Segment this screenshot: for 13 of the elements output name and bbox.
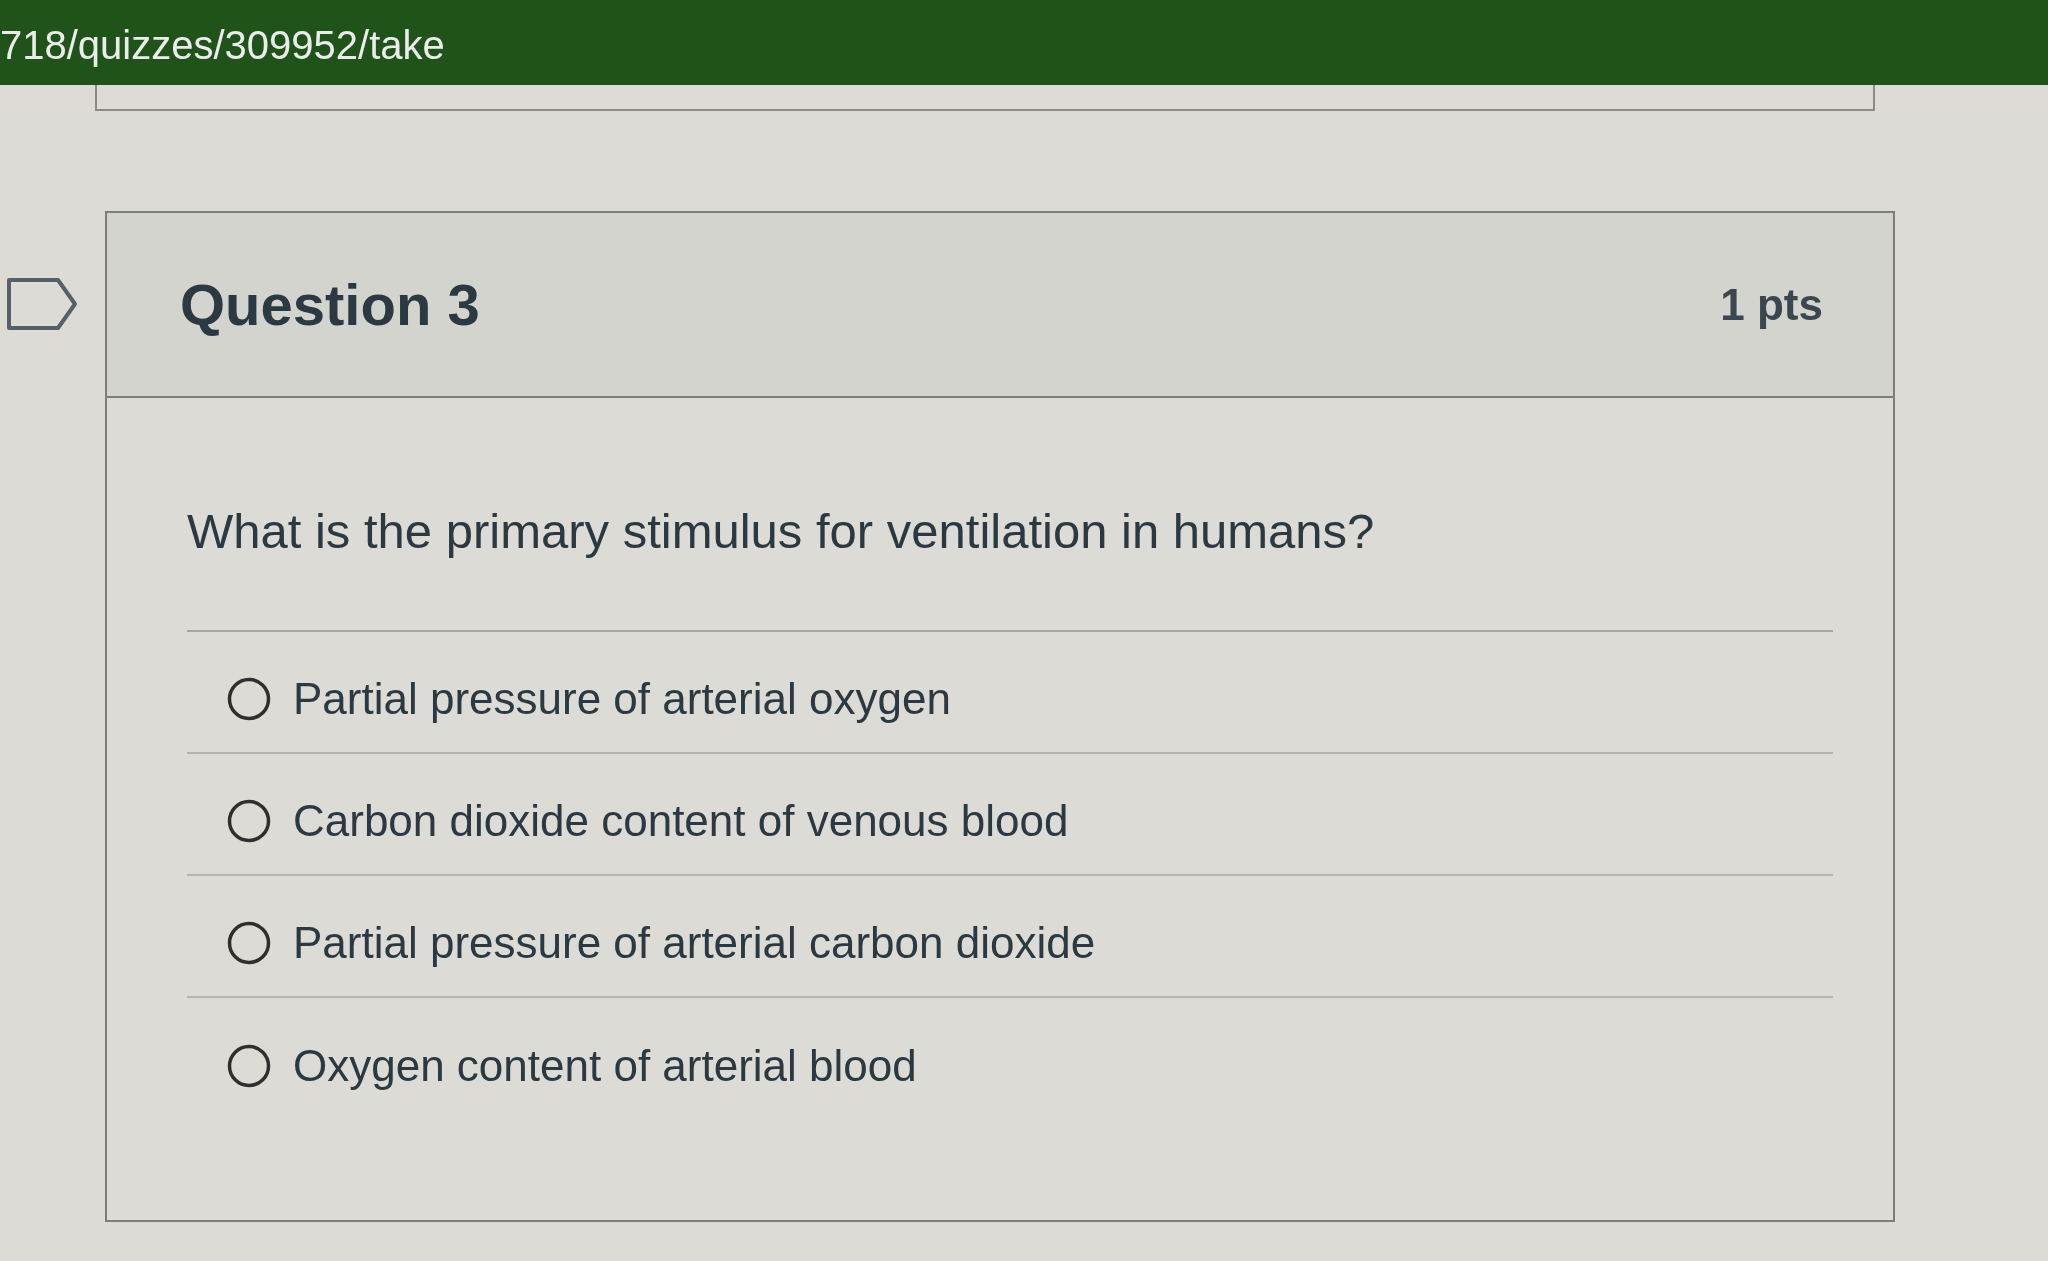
tag-icon[interactable] <box>6 277 78 331</box>
question-points: 1 pts <box>1720 278 1823 331</box>
answer-option[interactable]: Carbon dioxide content of venous blood <box>293 788 1069 854</box>
question-title: Question 3 <box>180 271 480 339</box>
radio-button[interactable] <box>227 799 271 843</box>
answer-option[interactable]: Oxygen content of arterial blood <box>293 1033 917 1099</box>
radio-button[interactable] <box>227 677 271 721</box>
answer-option[interactable]: Partial pressure of arterial oxygen <box>293 666 951 732</box>
page-url[interactable]: 718/quizzes/309952/take <box>0 24 445 65</box>
answer-option[interactable]: Partial pressure of arterial carbon dioxide <box>293 910 1096 976</box>
radio-button[interactable] <box>227 1044 271 1088</box>
radio-button[interactable] <box>227 921 271 965</box>
question-text: What is the primary stimulus for ventilation in humans? <box>187 504 1375 558</box>
